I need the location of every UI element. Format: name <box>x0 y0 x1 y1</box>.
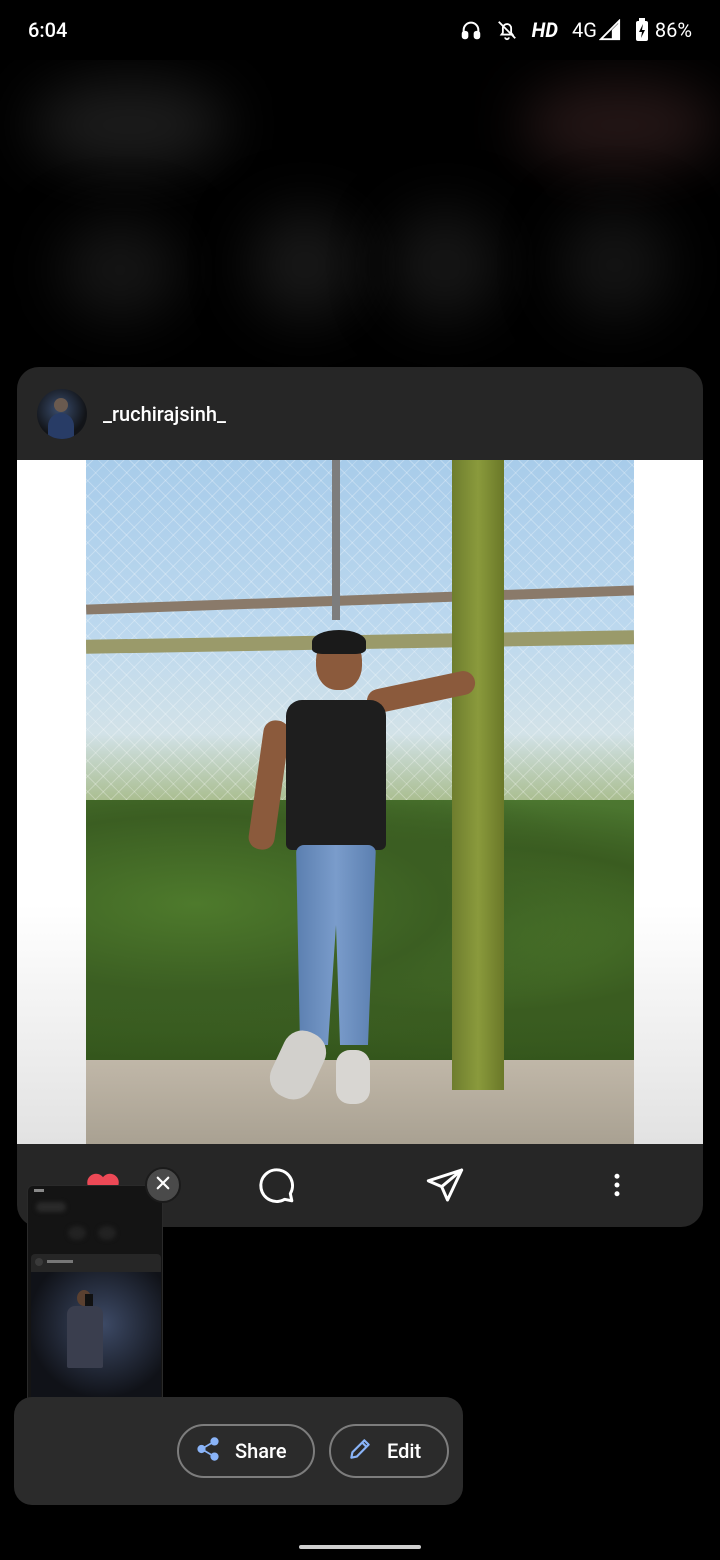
gesture-nav-handle[interactable] <box>299 1545 421 1549</box>
like-icon[interactable] <box>82 1166 124 1186</box>
edit-label: Edit <box>387 1439 422 1463</box>
share-label: Share <box>235 1439 287 1463</box>
send-icon[interactable] <box>422 1162 468 1208</box>
battery-indicator: 86% <box>635 18 692 42</box>
share-icon <box>195 1436 221 1467</box>
post-header: _ruchirajsinh_ <box>17 367 703 460</box>
edit-button[interactable]: Edit <box>329 1424 449 1478</box>
screenshot-tool-panel: Share Edit <box>14 1397 463 1505</box>
status-icons: HD 4G 86% <box>460 18 692 42</box>
comment-icon[interactable] <box>253 1162 299 1208</box>
avatar[interactable] <box>37 388 87 439</box>
bell-off-icon <box>496 19 518 41</box>
signal-icon <box>598 19 621 41</box>
battery-charging-icon <box>635 18 649 42</box>
share-button[interactable]: Share <box>177 1424 315 1478</box>
post-image[interactable] <box>17 460 703 1144</box>
close-thumbnail-button[interactable] <box>145 1167 181 1203</box>
green-pole <box>452 460 504 1090</box>
hd-label: HD <box>531 18 558 42</box>
blurred-background <box>0 60 720 370</box>
person-figure <box>246 630 478 1110</box>
post-card: _ruchirajsinh_ <box>17 367 703 1227</box>
network-label: 4G <box>571 18 597 42</box>
thumbnail-post-card <box>31 1254 161 1417</box>
status-time: 6:04 <box>28 18 68 42</box>
close-icon <box>154 1174 172 1196</box>
battery-percent: 86% <box>654 18 692 42</box>
edit-pencil-icon <box>347 1436 373 1467</box>
headphones-icon <box>460 19 482 41</box>
more-vert-icon[interactable] <box>594 1162 640 1208</box>
username[interactable]: _ruchirajsinh_ <box>103 402 226 426</box>
status-bar: 6:04 HD 4G 86% <box>0 0 720 60</box>
post-photo <box>86 460 634 1144</box>
